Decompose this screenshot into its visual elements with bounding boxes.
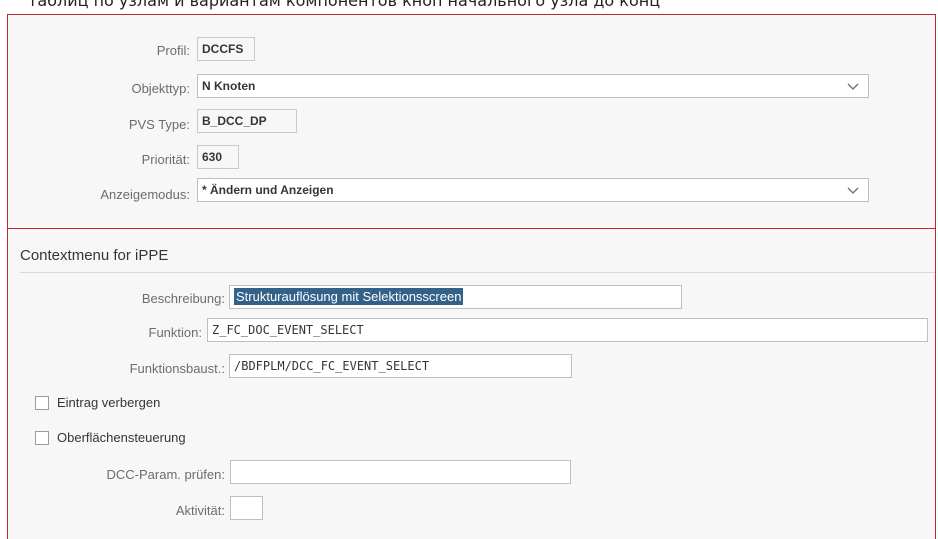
funktion-label: Funktion: — [148, 325, 202, 340]
funktion-input[interactable]: Z_FC_DOC_EVENT_SELECT — [207, 318, 928, 342]
profil-field: DCCFS — [197, 37, 255, 61]
beschreibung-value: Strukturauflösung mit Selektionsscreen — [234, 288, 464, 305]
eintrag-verbergen-label: Eintrag verbergen — [57, 395, 161, 410]
section-title: Contextmenu for iPPE — [20, 247, 169, 264]
profil-label: Profil: — [156, 43, 190, 58]
objekttyp-dropdown[interactable]: N Knoten — [197, 74, 869, 98]
context-section — [8, 230, 935, 539]
funktionsbaust-input[interactable]: /BDFPLM/DCC_FC_EVENT_SELECT — [229, 354, 572, 378]
objekttyp-value: N Knoten — [202, 79, 256, 93]
anzeigemodus-value: * Ändern und Anzeigen — [202, 183, 334, 197]
funktionsbaust-label: Funktionsbaust.: — [129, 361, 225, 376]
aktivitaet-input[interactable] — [230, 496, 263, 520]
beschreibung-label: Beschreibung: — [141, 291, 225, 306]
section-divider — [20, 272, 935, 273]
aktivitaet-label: Aktivität: — [175, 503, 225, 518]
chevron-down-icon — [847, 83, 859, 90]
oberflaechensteuerung-label: Oberflächensteuerung — [57, 430, 186, 445]
dcc-param-input[interactable] — [230, 460, 571, 484]
pvs-type-label: PVS Type: — [128, 117, 190, 132]
objekttyp-label: Objekttyp: — [131, 81, 190, 96]
eintrag-verbergen-checkbox[interactable] — [35, 396, 49, 410]
oberflaechensteuerung-checkbox[interactable] — [35, 431, 49, 445]
pvs-type-field: B_DCC_DP — [197, 109, 297, 133]
dcc-param-label: DCC-Param. prüfen: — [106, 467, 225, 482]
anzeigemodus-label: Anzeigemodus: — [100, 187, 190, 202]
background-caption-text: таблиц по узлам и вариантам компонентов … — [28, 0, 661, 10]
prioritaet-label: Priorität: — [141, 152, 190, 167]
prioritaet-field: 630 — [197, 145, 239, 169]
chevron-down-icon — [847, 187, 859, 194]
anzeigemodus-dropdown[interactable]: * Ändern und Anzeigen — [197, 178, 869, 202]
beschreibung-input[interactable]: Strukturauflösung mit Selektionsscreen — [229, 285, 682, 309]
